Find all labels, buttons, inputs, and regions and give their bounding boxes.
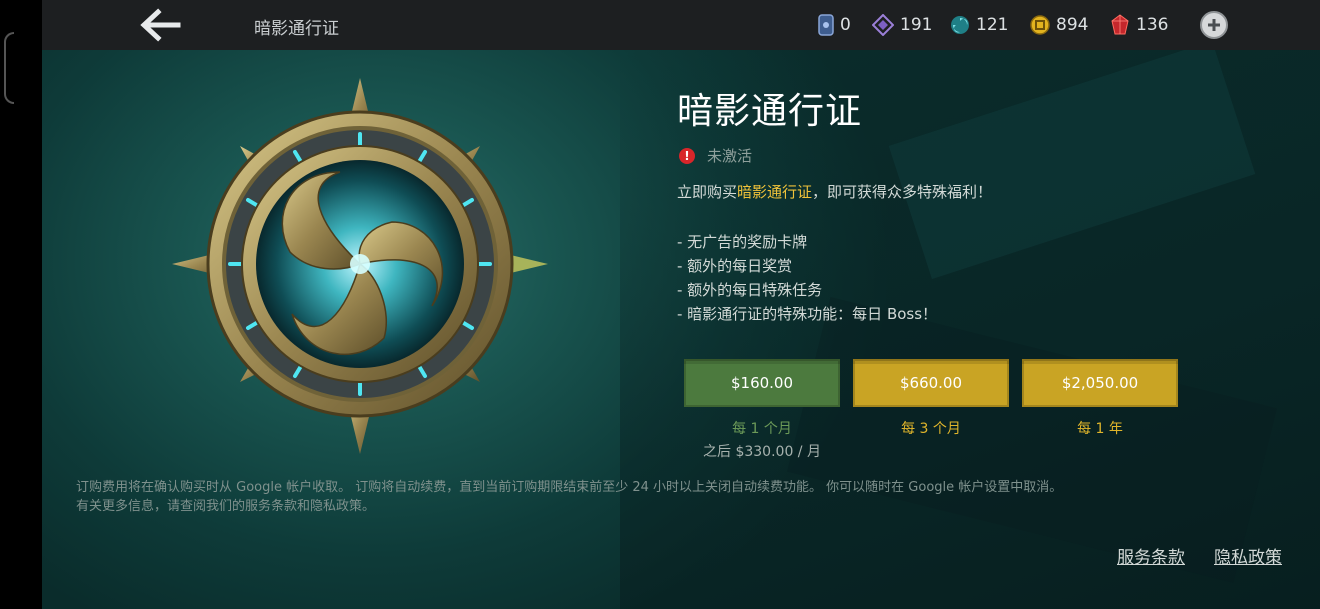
pass-status: ! 未激活 xyxy=(679,145,752,166)
currency-shard: 191 xyxy=(872,12,932,38)
buy-quarterly-button[interactable]: $660.00 xyxy=(853,359,1009,407)
shard-icon xyxy=(872,14,894,36)
page-heading: 暗影通行证 xyxy=(254,19,339,39)
buy-monthly-button[interactable]: $160.00 xyxy=(684,359,840,407)
main-panel: 暗影通行证 ! 未激活 立即购买暗影通行证，即可获得众多特殊福利！ - 无广告的… xyxy=(42,50,1320,609)
monthly-period-label: 每 1 个月 xyxy=(732,421,792,437)
gold-count: 894 xyxy=(1056,15,1089,35)
ticket-count: 0 xyxy=(840,15,851,35)
pass-title: 暗影通行证 xyxy=(677,91,863,132)
buy-yearly-button[interactable]: $2,050.00 xyxy=(1022,359,1178,407)
top-bar: 暗影通行证 0 191 121 894 136 xyxy=(42,0,1320,50)
edge-bracket xyxy=(4,32,14,104)
benefit-item: - 额外的每日特殊任务 xyxy=(677,281,823,299)
intro-text: 立即购买暗影通行证，即可获得众多特殊福利！ xyxy=(677,181,992,202)
benefit-item: - 无广告的奖励卡牌 xyxy=(677,233,808,251)
privacy-policy-link[interactable]: 隐私政策 xyxy=(1214,543,1282,568)
intro-prefix: 立即购买 xyxy=(677,183,738,201)
shadow-pass-emblem-icon xyxy=(172,78,548,454)
warning-icon: ! xyxy=(679,147,695,164)
back-arrow-icon xyxy=(140,8,181,42)
disclaimer-line: 订购费用将在确认购买时从 Google 帐户收取。 订购将自动续费，直到当前订购… xyxy=(76,480,1063,495)
gem-icon xyxy=(1111,14,1129,35)
monthly-renewal-note: 之后 $330.00 / 月 xyxy=(703,444,821,460)
terms-of-service-link[interactable]: 服务条款 xyxy=(1117,543,1185,568)
ticket-icon xyxy=(818,14,834,36)
gold-coin-icon xyxy=(1030,15,1050,35)
status-label: 未激活 xyxy=(707,147,753,165)
benefit-item: - 额外的每日奖赏 xyxy=(677,257,793,275)
plus-icon xyxy=(1208,19,1220,31)
yearly-period-label: 每 1 年 xyxy=(1077,421,1123,437)
disclaimer-line: 有关更多信息，请查阅我们的服务条款和隐私政策。 xyxy=(76,499,376,514)
shard-count: 191 xyxy=(900,15,933,35)
benefits-list: - 无广告的奖励卡牌 - 额外的每日奖赏 - 额外的每日特殊任务 - 暗影通行证… xyxy=(677,230,937,326)
left-edge-strip xyxy=(0,0,42,609)
back-button[interactable] xyxy=(138,6,182,44)
subscription-disclaimer: 订购费用将在确认购买时从 Google 帐户收取。 订购将自动续费，直到当前订购… xyxy=(76,478,1062,516)
currency-essence: 121 xyxy=(950,12,1008,38)
intro-suffix: ，即可获得众多特殊福利！ xyxy=(812,183,993,201)
gem-count: 136 xyxy=(1136,15,1169,35)
currency-gem: 136 xyxy=(1110,12,1168,38)
essence-icon xyxy=(951,16,969,34)
quarterly-period-label: 每 3 个月 xyxy=(901,421,961,437)
intro-highlight: 暗影通行证 xyxy=(737,183,813,201)
benefit-item: - 暗影通行证的特殊功能：每日 Boss！ xyxy=(677,305,938,323)
currency-ticket: 0 xyxy=(818,12,851,38)
essence-count: 121 xyxy=(976,15,1009,35)
currency-gold: 894 xyxy=(1030,12,1088,38)
add-currency-button[interactable] xyxy=(1200,11,1228,39)
